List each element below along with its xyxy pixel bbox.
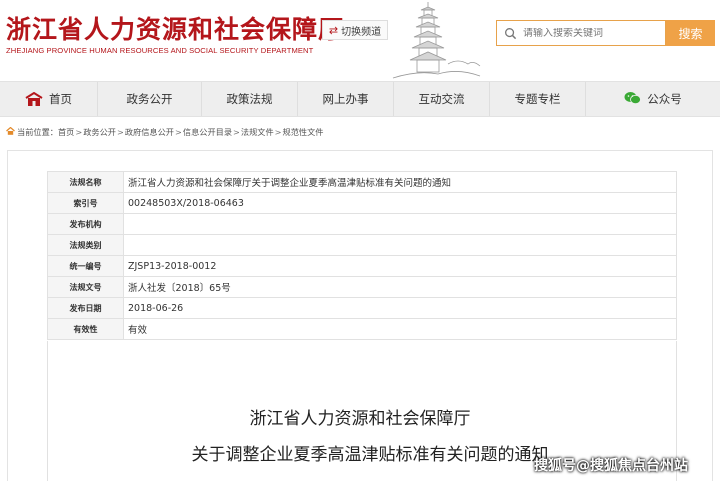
table-row: 发布机构 [47, 213, 677, 235]
meta-label: 发布日期 [47, 297, 124, 319]
meta-value: 浙人社发〔2018〕65号 [123, 276, 677, 298]
switch-channel-button[interactable]: ⇄ 切换频道 [322, 20, 388, 40]
site-title[interactable]: 浙江省人力资源和社会保障厅 [6, 10, 344, 46]
nav-item-label: 互动交流 [418, 92, 465, 106]
breadcrumb-separator: > [75, 127, 83, 137]
breadcrumb-link[interactable]: 信息公开目录 [183, 126, 232, 138]
table-row: 发布日期 2018-06-26 [47, 297, 677, 319]
meta-label: 法规名称 [47, 171, 124, 193]
breadcrumb: 当前位置： 首页 > 政务公开 > 政府信息公开 > 信息公开目录 > 法规文件… [6, 126, 323, 138]
shuffle-icon: ⇄ [328, 23, 339, 37]
meta-label: 发布机构 [47, 213, 124, 235]
content-panel: 法规名称 浙江省人力资源和社会保障厅关于调整企业夏季高温津贴标准有关问题的通知 … [7, 150, 713, 481]
breadcrumb-separator: > [233, 127, 240, 137]
breadcrumb-separator: > [274, 127, 282, 137]
breadcrumb-link[interactable]: 政务公开 [83, 126, 116, 138]
home-icon [25, 91, 43, 107]
meta-value: 有效 [123, 318, 677, 340]
meta-value: 浙江省人力资源和社会保障厅关于调整企业夏季高温津贴标准有关问题的通知 [123, 171, 677, 193]
meta-value: 2018-06-26 [123, 297, 677, 319]
nav-item-label: 网上办事 [322, 92, 369, 106]
wechat-icon [624, 91, 642, 108]
breadcrumb-link[interactable]: 规范性文件 [283, 126, 324, 138]
nav-item-label: 公众号 [647, 92, 682, 106]
breadcrumb-link[interactable]: 首页 [58, 126, 74, 138]
breadcrumb-prefix: 当前位置： [17, 127, 58, 137]
nav-item-interaction[interactable]: 互动交流 [394, 82, 490, 116]
meta-value [123, 234, 677, 256]
nav-item-wechat[interactable]: 公众号 [586, 82, 720, 116]
location-home-icon [6, 126, 15, 137]
nav-item-home[interactable]: 首页 [0, 82, 98, 116]
table-row: 有效性 有效 [47, 318, 677, 340]
meta-label: 有效性 [47, 318, 124, 340]
document-title-line1: 浙江省人力资源和社会保障厅 [249, 409, 471, 429]
table-row: 索引号 00248503X/2018-06463 [47, 192, 677, 214]
breadcrumb-separator: > [116, 127, 124, 137]
meta-label: 法规文号 [47, 276, 124, 298]
meta-value: 00248503X/2018-06463 [123, 192, 677, 214]
site-subtitle: ZHEJIANG PROVINCE HUMAN RESOURCES AND SO… [6, 46, 314, 55]
search-box [496, 20, 666, 46]
document-meta-table: 法规名称 浙江省人力资源和社会保障厅关于调整企业夏季高温津贴标准有关问题的通知 … [47, 171, 677, 340]
table-row: 法规名称 浙江省人力资源和社会保障厅关于调整企业夏季高温津贴标准有关问题的通知 [47, 171, 677, 193]
nav-item-label: 政务公开 [126, 92, 173, 106]
search-button[interactable]: 搜索 [666, 20, 715, 46]
pagoda-illustration [392, 2, 481, 79]
breadcrumb-separator: > [175, 127, 182, 137]
watermark: 搜狐号@搜狐焦点台州站 [534, 458, 688, 474]
meta-value: ZJSP13-2018-0012 [123, 255, 677, 277]
search-input[interactable] [523, 27, 653, 39]
nav-item-policies[interactable]: 政策法规 [202, 82, 298, 116]
site-header: 浙江省人力资源和社会保障厅 ZHEJIANG PROVINCE HUMAN RE… [0, 0, 720, 80]
table-row: 法规类别 [47, 234, 677, 256]
nav-item-special-topics[interactable]: 专题专栏 [490, 82, 586, 116]
nav-item-label: 政策法规 [226, 92, 273, 106]
meta-label: 法规类别 [47, 234, 124, 256]
main-nav: 首页 政务公开 政策法规 网上办事 互动交流 专题专栏 公众号 [0, 81, 720, 117]
meta-value [123, 213, 677, 235]
switch-channel-label: 切换频道 [341, 26, 382, 38]
breadcrumb-link[interactable]: 法规文件 [241, 126, 274, 138]
breadcrumb-link[interactable]: 政府信息公开 [125, 126, 174, 138]
nav-item-label: 专题专栏 [514, 92, 561, 106]
nav-item-online-services[interactable]: 网上办事 [298, 82, 394, 116]
search-icon [497, 21, 523, 45]
nav-item-government-affairs[interactable]: 政务公开 [98, 82, 202, 116]
table-row: 法规文号 浙人社发〔2018〕65号 [47, 276, 677, 298]
table-row: 统一编号 ZJSP13-2018-0012 [47, 255, 677, 277]
meta-label: 统一编号 [47, 255, 124, 277]
nav-item-label: 首页 [49, 92, 72, 106]
meta-label: 索引号 [47, 192, 124, 214]
